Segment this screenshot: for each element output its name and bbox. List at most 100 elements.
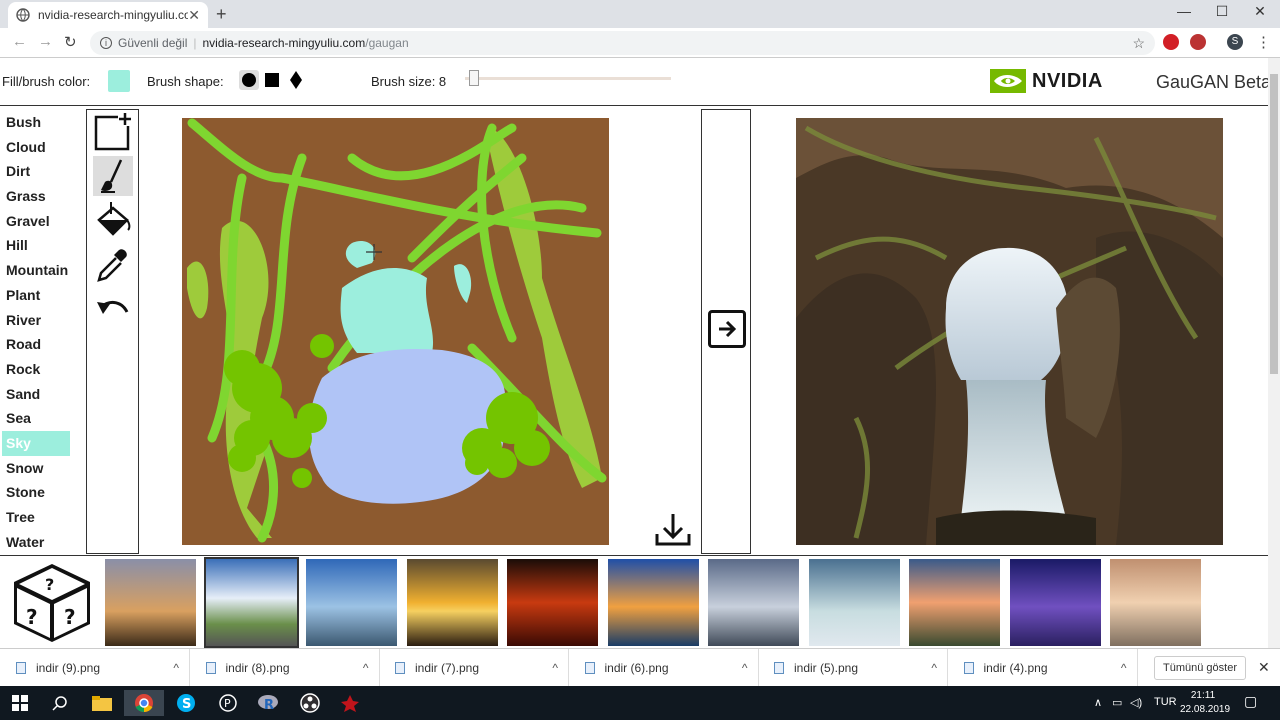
info-icon[interactable]: i — [100, 37, 112, 49]
product-name: GauGAN Beta — [1156, 72, 1272, 92]
label-item-dirt[interactable]: Dirt — [2, 159, 82, 184]
brush-tool-button[interactable] — [93, 156, 133, 196]
window-close-button[interactable]: ✕ — [1240, 3, 1280, 20]
skype-icon[interactable]: S — [166, 690, 206, 716]
opera-extension-icon[interactable] — [1163, 34, 1179, 50]
undo-button[interactable] — [93, 290, 133, 330]
render-button[interactable] — [708, 310, 746, 348]
eyedropper-tool-button[interactable] — [93, 246, 133, 286]
chevron-up-icon[interactable]: ^ — [931, 661, 937, 675]
label-item-sand[interactable]: Sand — [2, 382, 82, 407]
bookmark-star-icon[interactable]: ☆ — [1132, 35, 1145, 52]
app-icon-p[interactable]: P — [208, 690, 248, 716]
chevron-up-icon[interactable]: ^ — [552, 661, 558, 675]
square-brush-button[interactable] — [262, 70, 282, 90]
style-thumbnail[interactable] — [105, 559, 196, 646]
style-thumbnail[interactable] — [909, 559, 1000, 646]
style-thumbnail[interactable] — [406, 559, 498, 646]
scrollbar-thumb[interactable] — [1270, 74, 1278, 374]
new-tab-button[interactable]: + — [216, 4, 227, 25]
chevron-up-icon[interactable]: ^ — [742, 661, 748, 675]
file-explorer-icon[interactable] — [82, 690, 122, 716]
style-thumbnail[interactable] — [507, 559, 598, 646]
back-arrow-icon[interactable]: ← — [12, 33, 27, 50]
style-thumbnail[interactable] — [203, 557, 299, 648]
label-item-sky[interactable]: Sky — [2, 430, 70, 456]
label-item-tree[interactable]: Tree — [2, 505, 82, 530]
label-item-bush[interactable]: Bush — [2, 110, 82, 135]
fill-tool-button[interactable] — [93, 200, 133, 240]
label-item-water[interactable]: Water — [2, 530, 82, 555]
label-item-rock[interactable]: Rock — [2, 357, 82, 382]
style-thumbnail[interactable] — [306, 559, 397, 646]
style-thumbnail[interactable] — [1009, 559, 1101, 646]
label-item-mountain[interactable]: Mountain — [2, 258, 82, 283]
fill-color-swatch[interactable] — [108, 70, 130, 92]
language-indicator[interactable]: TUR — [1154, 696, 1177, 708]
download-button[interactable] — [654, 512, 692, 548]
style-thumbnail[interactable] — [607, 559, 699, 646]
volume-icon[interactable]: ◁) — [1130, 696, 1142, 709]
style-strip: ? ? ? — [0, 555, 1268, 648]
label-item-road[interactable]: Road — [2, 332, 82, 357]
download-item[interactable]: indir (5).png ^ — [758, 649, 948, 687]
chrome-taskbar-icon[interactable] — [124, 690, 164, 716]
download-item[interactable]: indir (8).png ^ — [190, 649, 380, 687]
obs-icon[interactable] — [290, 690, 330, 716]
app-icon-red[interactable] — [330, 690, 370, 716]
diamond-brush-button[interactable] — [286, 70, 306, 90]
label-item-cloud[interactable]: Cloud — [2, 135, 82, 160]
clock[interactable]: 21:11 22.08.2019 — [1180, 689, 1230, 717]
download-item[interactable]: indir (6).png ^ — [569, 649, 759, 687]
reload-icon[interactable]: ↻ — [64, 33, 77, 51]
page-scrollbar[interactable] — [1268, 58, 1280, 648]
water-region — [308, 348, 506, 504]
label-item-hill[interactable]: Hill — [2, 233, 82, 258]
browser-tab[interactable]: nvidia-research-mingyuliu.com ✕ — [8, 2, 208, 28]
chrome-logo-icon — [135, 694, 153, 713]
label-item-sea[interactable]: Sea — [2, 406, 82, 431]
chevron-up-icon[interactable]: ^ — [173, 661, 179, 675]
profile-avatar[interactable]: S — [1227, 34, 1243, 50]
segmentation-canvas[interactable] — [182, 118, 609, 545]
download-item[interactable]: indir (9).png ^ — [0, 649, 190, 687]
label-item-snow[interactable]: Snow — [2, 456, 82, 481]
chevron-up-icon[interactable]: ^ — [363, 661, 369, 675]
style-thumbnail[interactable] — [808, 559, 900, 646]
address-bar[interactable]: i Güvenli değil | nvidia-research-mingyu… — [90, 31, 1155, 55]
windows-start-button[interactable] — [0, 690, 40, 716]
label-item-plant[interactable]: Plant — [2, 283, 82, 308]
extension-icon[interactable] — [1190, 34, 1206, 50]
new-canvas-button[interactable] — [93, 112, 133, 152]
random-style-button[interactable]: ? ? ? — [12, 562, 92, 644]
download-item[interactable]: indir (7).png ^ — [379, 649, 569, 687]
label-item-river[interactable]: River — [2, 308, 82, 333]
search-icon[interactable] — [40, 690, 80, 716]
shelf-close-icon[interactable]: ✕ — [1258, 659, 1270, 676]
chevron-up-icon[interactable]: ^ — [1121, 661, 1127, 675]
download-filename: indir (4).png — [983, 661, 1048, 675]
style-thumbnail[interactable] — [1110, 559, 1201, 646]
brush-size-slider[interactable] — [465, 77, 671, 80]
download-shelf: indir (9).png ^ indir (8).png ^ indir (7).pn… — [0, 648, 1280, 687]
label-item-gravel[interactable]: Gravel — [2, 209, 82, 234]
download-filename: indir (9).png — [36, 661, 101, 675]
output-image — [796, 118, 1223, 545]
menu-kebab-icon[interactable]: ⋮ — [1256, 33, 1271, 51]
style-thumbnail[interactable] — [708, 559, 799, 646]
label-item-stone[interactable]: Stone — [2, 480, 82, 505]
download-item[interactable]: indir (4).png ^ — [948, 649, 1138, 687]
minimize-button[interactable]: — — [1164, 3, 1204, 19]
forward-arrow-icon[interactable]: → — [38, 33, 53, 50]
app-icon-r[interactable]: R — [248, 690, 288, 716]
maximize-button[interactable]: ☐ — [1202, 3, 1242, 20]
p-logo: P — [219, 694, 237, 712]
circle-brush-button[interactable] — [239, 70, 259, 90]
tab-close-icon[interactable]: ✕ — [188, 7, 200, 24]
tray-chevron-icon[interactable]: ∧ — [1094, 696, 1102, 709]
brush-size-slider-thumb[interactable] — [469, 70, 479, 86]
label-item-grass[interactable]: Grass — [2, 184, 82, 209]
show-all-downloads-button[interactable]: Tümünü göster — [1154, 656, 1246, 680]
network-icon[interactable]: ▭ — [1112, 696, 1122, 709]
notification-icon[interactable]: ▢ — [1244, 693, 1257, 710]
